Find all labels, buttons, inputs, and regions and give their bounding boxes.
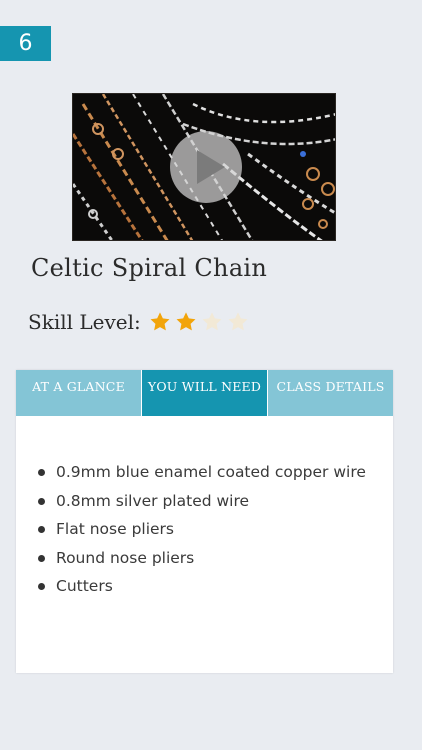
list-item: Round nose pliers: [36, 544, 376, 573]
star-empty-icon: [202, 312, 222, 331]
skill-rating-stars: [149, 311, 249, 333]
list-item: Cutters: [36, 572, 376, 601]
info-card: AT A GLANCE YOU WILL NEED CLASS DETAILS …: [16, 370, 393, 673]
video-thumbnail[interactable]: [72, 93, 336, 241]
skill-level-label: Skill Level:: [28, 310, 141, 334]
tab-you-will-need[interactable]: YOU WILL NEED: [142, 370, 268, 416]
page-number-badge: 6: [0, 26, 51, 61]
tab-class-details[interactable]: CLASS DETAILS: [268, 370, 393, 416]
list-item: Flat nose pliers: [36, 515, 376, 544]
skill-level: Skill Level:: [28, 310, 249, 334]
star-filled-icon: [150, 312, 170, 331]
star-empty-icon: [228, 312, 248, 331]
class-title: Celtic Spiral Chain: [31, 254, 268, 282]
play-icon[interactable]: [170, 131, 242, 203]
list-item: 0.9mm blue enamel coated copper wire: [36, 458, 376, 487]
star-filled-icon: [176, 312, 196, 331]
tab-at-a-glance[interactable]: AT A GLANCE: [16, 370, 142, 416]
materials-list: 0.9mm blue enamel coated copper wire 0.8…: [36, 458, 376, 601]
list-item: 0.8mm silver plated wire: [36, 487, 376, 516]
tab-bar: AT A GLANCE YOU WILL NEED CLASS DETAILS: [16, 370, 393, 416]
